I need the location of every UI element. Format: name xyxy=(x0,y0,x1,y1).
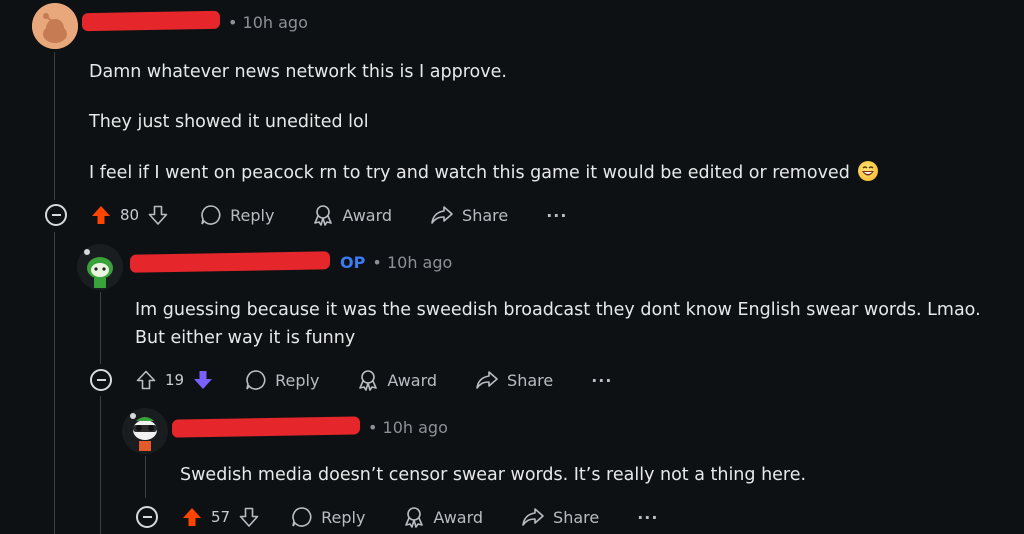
laughing-emoji-icon xyxy=(857,161,878,181)
award-label: Award xyxy=(433,507,484,527)
snoo-avatar-icon xyxy=(77,244,123,290)
op-badge: OP xyxy=(340,253,366,272)
upvote-icon[interactable] xyxy=(182,507,202,527)
redacted-username xyxy=(82,10,220,32)
separator-dot: • xyxy=(368,418,378,437)
avatar[interactable] xyxy=(77,244,123,290)
comment-actions: 57 Reply Award Share ··· xyxy=(136,500,658,534)
comment-body: I feel if I went on peacock rn to try an… xyxy=(89,159,878,187)
collapse-thread-button[interactable] xyxy=(136,506,158,528)
more-options-button[interactable]: ··· xyxy=(591,371,612,390)
award-label: Award xyxy=(387,370,438,390)
snoo-avatar-icon xyxy=(32,3,78,49)
thread-line-level-2 xyxy=(100,292,101,364)
reply-icon xyxy=(201,205,221,225)
comment-paragraph: Damn whatever news network this is I app… xyxy=(89,62,507,82)
thread-line-level-1 xyxy=(54,52,55,200)
redacted-username xyxy=(130,251,330,273)
award-icon xyxy=(314,205,333,226)
reply-label: Reply xyxy=(275,370,320,390)
reply-button[interactable]: Reply xyxy=(291,506,365,528)
comment-meta: • 10h ago xyxy=(368,418,448,437)
comment-actions: 80 Reply Award Share ··· xyxy=(45,198,567,232)
share-icon xyxy=(431,206,453,224)
downvote-icon[interactable] xyxy=(193,370,213,390)
comment-paragraph: Im guessing because it was the sweedish … xyxy=(135,300,981,348)
redacted-username xyxy=(172,416,360,438)
comment-paragraph: I feel if I went on peacock rn to try an… xyxy=(89,163,850,183)
comment-meta: • 10h ago xyxy=(228,13,308,32)
timestamp[interactable]: 10h ago xyxy=(387,253,452,272)
thread-line-level-3 xyxy=(145,456,146,498)
more-options-button[interactable]: ··· xyxy=(546,206,567,225)
separator-dot: • xyxy=(228,13,238,32)
share-button[interactable]: Share xyxy=(475,369,553,391)
award-label: Award xyxy=(342,205,393,225)
reply-label: Reply xyxy=(230,205,275,225)
collapse-thread-button[interactable] xyxy=(45,204,67,226)
reply-label: Reply xyxy=(321,507,366,527)
comment-body: Swedish media doesn’t censor swear words… xyxy=(180,461,806,489)
more-options-button[interactable]: ··· xyxy=(637,508,658,527)
share-icon xyxy=(476,371,498,389)
share-label: Share xyxy=(507,370,554,390)
timestamp[interactable]: 10h ago xyxy=(243,13,308,32)
vote-score: 80 xyxy=(120,206,140,224)
upvote-icon[interactable] xyxy=(91,205,111,225)
thread-line-level-2-lower xyxy=(100,396,101,534)
vote-score: 19 xyxy=(165,371,185,389)
award-icon xyxy=(405,507,424,528)
comment-paragraph: They just showed it unedited lol xyxy=(89,112,369,132)
upvote-icon[interactable] xyxy=(136,370,156,390)
comment-body: Im guessing because it was the sweedish … xyxy=(135,296,1015,352)
reply-button[interactable]: Reply xyxy=(200,204,274,226)
comment-meta: OP • 10h ago xyxy=(340,253,452,272)
thread-line-level-1-lower xyxy=(54,232,55,534)
share-icon xyxy=(522,508,544,526)
reply-button[interactable]: Reply xyxy=(245,369,319,391)
downvote-icon[interactable] xyxy=(148,205,168,225)
reply-icon xyxy=(292,507,312,527)
avatar[interactable] xyxy=(32,3,78,49)
avatar[interactable] xyxy=(122,408,168,454)
award-button[interactable]: Award xyxy=(312,204,392,226)
award-icon xyxy=(359,370,378,391)
reply-icon xyxy=(246,370,266,390)
collapse-thread-button[interactable] xyxy=(90,369,112,391)
timestamp[interactable]: 10h ago xyxy=(383,418,448,437)
share-button[interactable]: Share xyxy=(521,506,599,528)
award-button[interactable]: Award xyxy=(403,506,483,528)
share-button[interactable]: Share xyxy=(430,204,508,226)
comment-body: They just showed it unedited lol xyxy=(89,108,369,136)
comment-paragraph: Swedish media doesn’t censor swear words… xyxy=(180,465,807,485)
downvote-icon[interactable] xyxy=(239,507,259,527)
vote-score: 57 xyxy=(211,508,231,526)
share-label: Share xyxy=(553,507,600,527)
separator-dot: • xyxy=(372,253,382,272)
award-button[interactable]: Award xyxy=(357,369,437,391)
comment-body: Damn whatever news network this is I app… xyxy=(89,58,507,86)
snoo-avatar-icon xyxy=(122,408,168,454)
share-label: Share xyxy=(462,205,509,225)
comment-actions: 19 Reply Award Share ··· xyxy=(90,363,612,397)
